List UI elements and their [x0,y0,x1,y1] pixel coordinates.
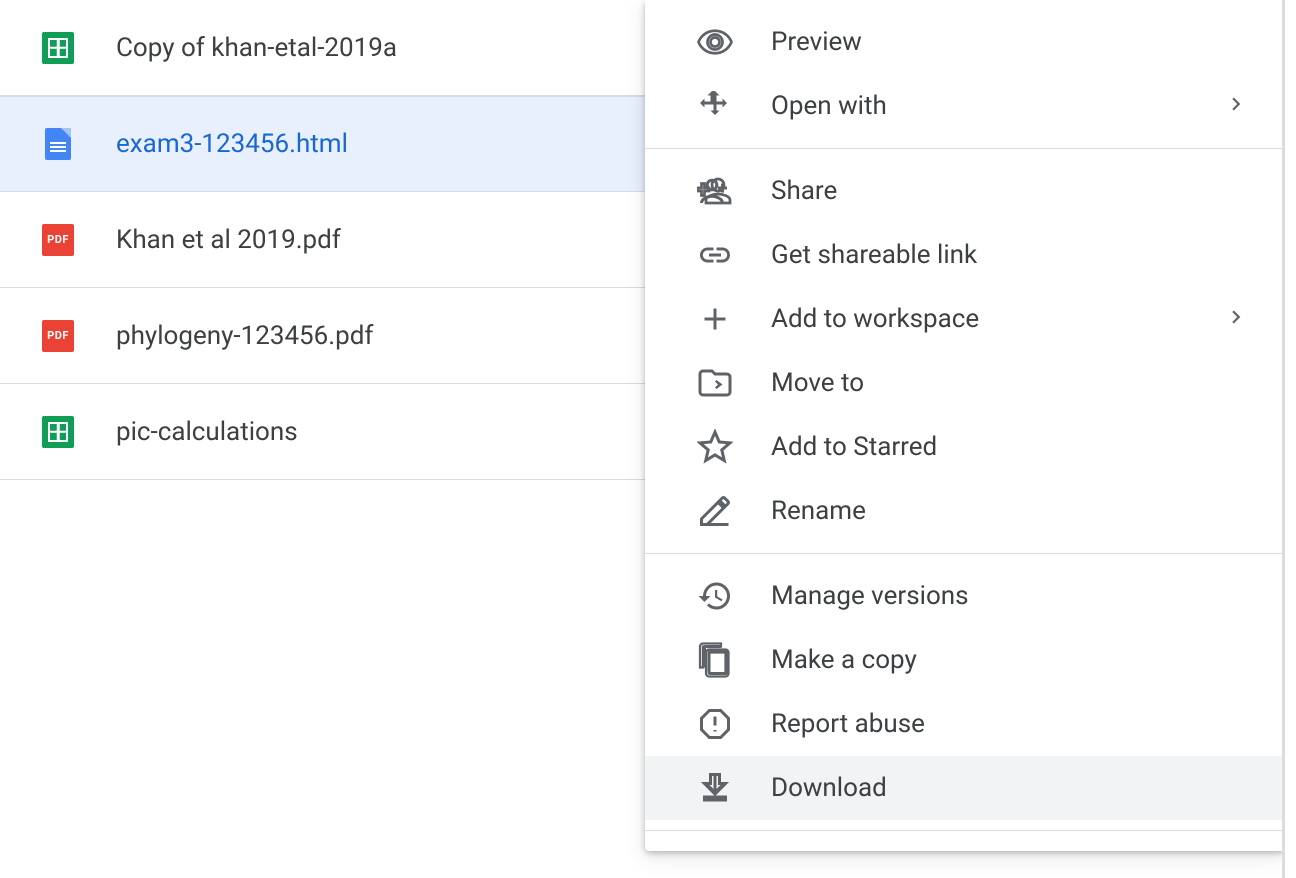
history-icon [695,576,735,616]
link-icon [695,235,735,275]
menu-label: Add to workspace [771,304,979,334]
file-name: pic-calculations [116,417,298,447]
menu-add-workspace[interactable]: Add to workspace [645,287,1285,351]
right-edge-divider [1282,0,1296,878]
folder-move-icon [695,363,735,403]
menu-label: Move to [771,368,864,398]
plus-icon [695,299,735,339]
file-name: phylogeny-123456.pdf [116,321,373,351]
menu-separator [645,553,1285,554]
menu-get-link[interactable]: Get shareable link [645,223,1285,287]
sheets-icon [42,416,74,448]
file-name: exam3-123456.html [116,129,348,159]
menu-move-to[interactable]: Move to [645,351,1285,415]
person-add-icon [695,171,735,211]
copy-icon [695,640,735,680]
menu-separator [645,148,1285,149]
menu-download[interactable]: Download [645,756,1285,820]
sheets-icon [42,32,74,64]
menu-preview[interactable]: Preview [645,10,1285,74]
docs-icon [42,128,74,160]
file-name: Copy of khan-etal-2019a [116,33,397,63]
menu-label: Download [771,773,887,803]
menu-make-copy[interactable]: Make a copy [645,628,1285,692]
context-menu: Preview Open with Share Get shareable li… [645,0,1285,851]
file-name: Khan et al 2019.pdf [116,225,341,255]
move-icon [695,86,735,126]
menu-open-with[interactable]: Open with [645,74,1285,138]
eye-icon [695,22,735,62]
chevron-right-icon [1223,91,1249,121]
menu-label: Get shareable link [771,240,977,270]
menu-label: Manage versions [771,581,969,611]
menu-separator [645,830,1285,831]
menu-rename[interactable]: Rename [645,479,1285,543]
pdf-icon: PDF [42,224,74,256]
pencil-icon [695,491,735,531]
menu-manage-versions[interactable]: Manage versions [645,564,1285,628]
menu-share[interactable]: Share [645,159,1285,223]
pdf-icon: PDF [42,320,74,352]
menu-label: Make a copy [771,645,917,675]
menu-label: Add to Starred [771,432,937,462]
chevron-right-icon [1223,304,1249,334]
star-icon [695,427,735,467]
menu-label: Open with [771,91,887,121]
menu-label: Rename [771,496,866,526]
menu-label: Preview [771,27,862,57]
menu-label: Report abuse [771,709,925,739]
report-icon [695,704,735,744]
menu-add-starred[interactable]: Add to Starred [645,415,1285,479]
download-icon [695,768,735,808]
menu-report-abuse[interactable]: Report abuse [645,692,1285,756]
menu-label: Share [771,176,837,206]
